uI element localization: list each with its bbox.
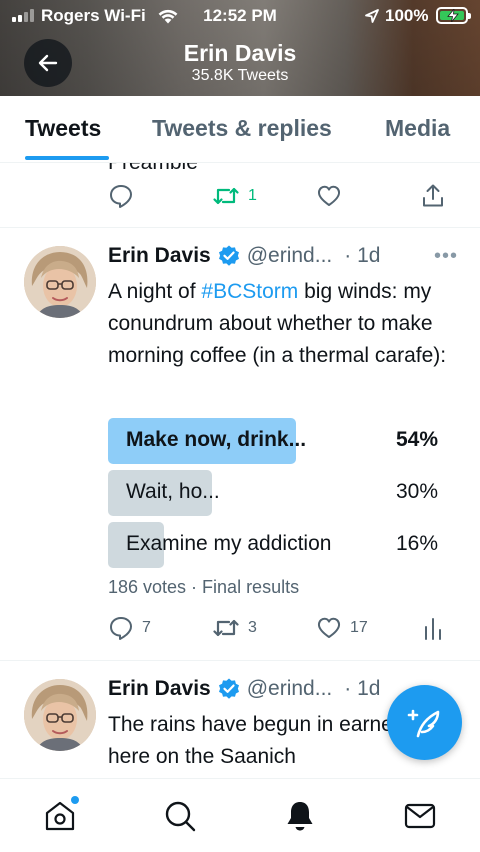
bottom-nav xyxy=(0,778,480,852)
nav-messages[interactable] xyxy=(403,799,437,833)
reply-icon xyxy=(110,617,132,640)
avatar[interactable] xyxy=(24,246,96,318)
location-arrow-icon xyxy=(365,9,379,23)
clock: 12:52 PM xyxy=(203,6,277,25)
tab-media[interactable]: Media xyxy=(385,115,450,142)
author-name[interactable]: Erin Davis xyxy=(108,677,211,701)
poll-option: Make now, drink... 54% xyxy=(108,418,456,464)
tweet-feed[interactable]: Preamble 1 xyxy=(0,163,480,778)
retweet-button[interactable]: 3 xyxy=(212,615,257,641)
retweet-icon xyxy=(213,619,239,637)
poll-option-percent: 54% xyxy=(395,428,438,451)
share-icon xyxy=(423,184,443,207)
search-icon xyxy=(165,801,196,832)
nav-home[interactable] xyxy=(43,796,79,833)
avatar[interactable] xyxy=(24,679,96,751)
profile-tabs: Tweets Tweets & replies Media xyxy=(0,96,480,163)
retweet-button[interactable]: 1 xyxy=(212,183,257,209)
nav-search[interactable] xyxy=(163,799,197,833)
tweet-body: A night of #BCStorm big winds: my conund… xyxy=(108,276,448,372)
profile-header: Rogers Wi-Fi 12:52 PM 100% Erin Davis 35… xyxy=(0,0,480,96)
poll-option-label: Examine my addiction xyxy=(126,532,332,555)
tweet-divider xyxy=(0,227,480,228)
verified-badge-icon xyxy=(218,245,239,266)
poll-option-percent: 30% xyxy=(395,480,438,503)
profile-name-title: Erin Davis xyxy=(183,40,297,66)
retweet-count: 1 xyxy=(248,187,257,204)
battery-charging-icon xyxy=(436,7,471,24)
poll-option: Wait, ho... 30% xyxy=(108,470,456,516)
reply-button[interactable] xyxy=(108,183,134,209)
tweet-count: 35.8K Tweets xyxy=(191,67,289,84)
poll-option-label: Wait, ho... xyxy=(126,480,220,503)
status-bar: Rogers Wi-Fi 12:52 PM 100% xyxy=(0,0,480,34)
carrier-label: Rogers Wi-Fi xyxy=(41,6,146,25)
share-button[interactable] xyxy=(420,183,446,209)
tweet-timestamp[interactable]: · 1d xyxy=(344,244,380,268)
previous-tweet-text-fragment: Preamble xyxy=(108,163,198,175)
tweet-text-part: A night of xyxy=(108,280,202,303)
avatar-portrait xyxy=(24,679,96,751)
cell-signal-icon xyxy=(12,9,34,22)
poll-option: Examine my addiction 16% xyxy=(108,522,456,568)
author-name[interactable]: Erin Davis xyxy=(108,244,211,268)
compose-feather-icon xyxy=(407,709,439,737)
retweet-icon xyxy=(213,187,239,205)
author-handle[interactable]: @erind... xyxy=(247,677,333,701)
avatar-portrait xyxy=(24,246,96,318)
home-icon xyxy=(45,801,75,831)
nav-notifications[interactable] xyxy=(283,799,317,833)
poll: Make now, drink... 54% Wait, ho... 30% E… xyxy=(108,418,456,574)
tweet-divider xyxy=(0,660,480,661)
reply-button[interactable]: 7 xyxy=(108,615,151,641)
poll-option-label: Make now, drink... xyxy=(126,428,307,451)
hashtag-link[interactable]: #BCStorm xyxy=(201,280,298,303)
tweet-header: Erin Davis @erind... · 1d xyxy=(108,244,380,268)
bell-icon xyxy=(287,802,313,831)
tweet-timestamp[interactable]: · 1d xyxy=(344,677,380,701)
tweet-header: Erin Davis @erind... · 1d xyxy=(108,677,380,701)
tab-tweets[interactable]: Tweets xyxy=(25,115,101,142)
mail-icon xyxy=(404,803,436,829)
analytics-button[interactable] xyxy=(422,615,444,641)
like-button[interactable] xyxy=(316,183,342,209)
poll-results-meta: 186 votes · Final results xyxy=(108,577,300,597)
author-handle[interactable]: @erind... xyxy=(247,244,333,268)
more-options-icon[interactable]: ••• xyxy=(434,245,458,268)
reply-count: 7 xyxy=(142,619,151,636)
reply-icon xyxy=(110,185,132,208)
wifi-icon xyxy=(158,9,178,24)
tab-tweets-and-replies[interactable]: Tweets & replies xyxy=(152,115,332,142)
verified-badge-icon xyxy=(218,678,239,699)
analytics-icon xyxy=(425,618,441,640)
active-tab-indicator xyxy=(25,156,109,160)
retweet-count: 3 xyxy=(248,619,257,636)
heart-icon xyxy=(317,617,341,638)
poll-option-percent: 16% xyxy=(395,532,438,555)
like-button[interactable]: 17 xyxy=(316,615,368,641)
compose-tweet-button[interactable] xyxy=(387,685,462,760)
battery-percent: 100% xyxy=(385,6,429,25)
new-content-dot xyxy=(71,796,79,804)
like-count: 17 xyxy=(350,619,368,636)
heart-icon xyxy=(317,185,341,206)
